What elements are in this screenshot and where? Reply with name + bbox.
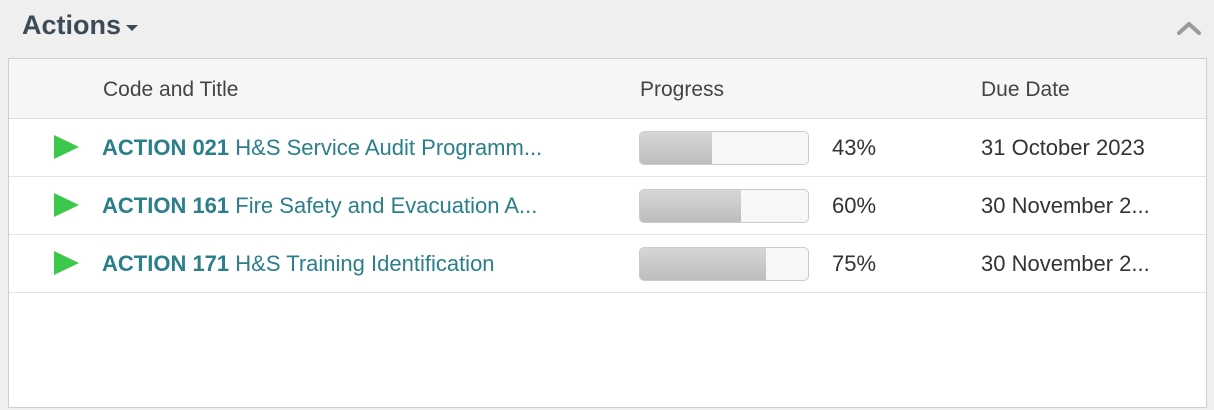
table-row[interactable]: ACTION 021 H&S Service Audit Programm...… [9, 119, 1206, 177]
chevron-up-icon [1177, 22, 1201, 35]
panel-title: Actions [22, 10, 122, 40]
due-date: 31 October 2023 [981, 135, 1145, 160]
progress-fill [640, 132, 713, 164]
column-header-code-title[interactable]: Code and Title [103, 78, 238, 102]
actions-table: Code and Title Progress Due Date ACTION … [8, 58, 1207, 408]
action-link[interactable]: ACTION 171 H&S Training Identification [102, 251, 617, 277]
progress-bar [639, 189, 809, 223]
play-icon [54, 135, 79, 159]
progress-bar [639, 131, 809, 165]
action-code: ACTION 021 [102, 135, 230, 160]
action-title: H&S Training Identification [235, 251, 495, 276]
due-date: 30 November 2... [981, 193, 1150, 218]
table-row[interactable]: ACTION 171 H&S Training Identification 7… [9, 235, 1206, 293]
action-title: Fire Safety and Evacuation A... [235, 193, 538, 218]
table-row[interactable]: ACTION 161 Fire Safety and Evacuation A.… [9, 177, 1206, 235]
progress-percent: 60% [832, 193, 877, 218]
actions-panel: Actions Code and Title Progress Due Date… [0, 0, 1214, 410]
action-code: ACTION 161 [102, 193, 230, 218]
table-header: Code and Title Progress Due Date [9, 59, 1206, 119]
play-icon [54, 193, 79, 217]
progress-percent: 75% [832, 251, 877, 276]
progress-fill [640, 248, 766, 280]
caret-down-icon [126, 24, 139, 31]
column-header-progress[interactable]: Progress [640, 78, 724, 102]
due-date: 30 November 2... [981, 251, 1150, 276]
collapse-button[interactable] [1176, 18, 1202, 38]
column-header-due-date[interactable]: Due Date [981, 78, 1070, 102]
action-title: H&S Service Audit Programm... [235, 135, 543, 160]
action-link[interactable]: ACTION 021 H&S Service Audit Programm... [102, 135, 617, 161]
action-code: ACTION 171 [102, 251, 230, 276]
action-link[interactable]: ACTION 161 Fire Safety and Evacuation A.… [102, 193, 617, 219]
progress-bar [639, 247, 809, 281]
actions-dropdown[interactable]: Actions [22, 10, 139, 41]
panel-header: Actions [0, 0, 1214, 58]
play-icon [54, 251, 79, 275]
progress-fill [640, 190, 741, 222]
progress-percent: 43% [832, 135, 877, 160]
